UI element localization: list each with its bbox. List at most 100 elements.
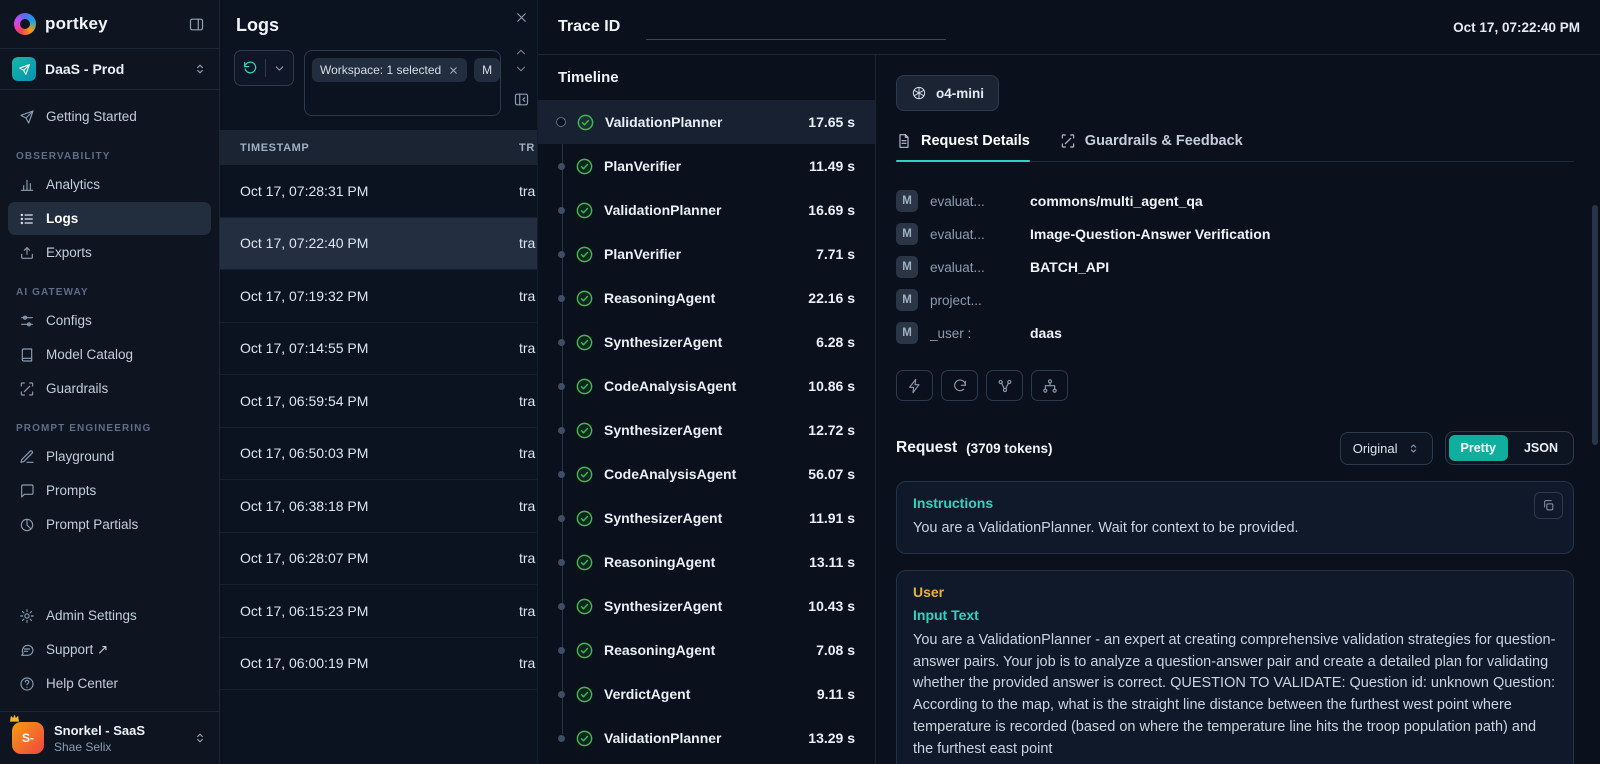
log-row-oct-17-07-19-32-pm[interactable]: Oct 17, 07:19:32 PM tra: [220, 270, 537, 323]
check-circle-icon: [575, 245, 594, 264]
timeline-item-reasoningagent[interactable]: ReasoningAgent 13.11 s: [538, 540, 875, 584]
view-select[interactable]: Original: [1339, 431, 1433, 465]
sidebar-item-help-center[interactable]: Help Center: [8, 667, 211, 700]
action-button-zap[interactable]: [896, 370, 933, 401]
logs-table: TIMESTAMP TR Oct 17, 07:28:31 PM tra Oct…: [220, 130, 537, 764]
timeline-item-synthesizeragent[interactable]: SynthesizerAgent 6.28 s: [538, 320, 875, 364]
pretty-button[interactable]: Pretty: [1448, 435, 1508, 461]
timeline-item-codeanalysisagent[interactable]: CodeAnalysisAgent 56.07 s: [538, 452, 875, 496]
action-button-nodes[interactable]: [986, 370, 1023, 401]
timeline-item-reasoningagent[interactable]: ReasoningAgent 7.08 s: [538, 628, 875, 672]
timeline-node: [558, 382, 565, 390]
workspace-filter-chip[interactable]: Workspace: 1 selected: [312, 58, 468, 82]
log-row-oct-17-06-15-23-pm[interactable]: Oct 17, 06:15:23 PM tra: [220, 585, 537, 638]
column-header-trace[interactable]: TR: [507, 142, 537, 154]
scrollbar-thumb[interactable]: [1592, 205, 1598, 445]
timeline-node: [558, 734, 565, 742]
timeline-item-synthesizeragent[interactable]: SynthesizerAgent 10.43 s: [538, 584, 875, 628]
timeline-item-validationplanner[interactable]: ValidationPlanner 17.65 s: [538, 100, 875, 144]
copy-button[interactable]: [1534, 492, 1563, 519]
chevron-up-icon[interactable]: [514, 45, 528, 59]
help-icon: [18, 676, 35, 692]
sidebar-item-configs[interactable]: Configs: [8, 304, 211, 337]
span-duration: 10.43 s: [808, 598, 855, 614]
log-row-oct-17-06-28-07-pm[interactable]: Oct 17, 06:28:07 PM tra: [220, 533, 537, 585]
sidebar-item-playground[interactable]: Playground: [8, 440, 211, 473]
user-org: Snorkel - SaaS: [54, 722, 146, 738]
log-row-oct-17-06-59-54-pm[interactable]: Oct 17, 06:59:54 PM tra: [220, 375, 537, 428]
log-row-oct-17-07-14-55-pm[interactable]: Oct 17, 07:14:55 PM tra: [220, 323, 537, 375]
sidebar-item-admin-settings[interactable]: Admin Settings: [8, 599, 211, 632]
sidebar-item-prompts[interactable]: Prompts: [8, 474, 211, 507]
sidebar-item-label: Configs: [46, 313, 92, 328]
sidebar-item-prompt-partials[interactable]: Prompt Partials: [8, 508, 211, 541]
timeline-item-validationplanner[interactable]: ValidationPlanner 13.29 s: [538, 716, 875, 760]
sidebar-item-guardrails[interactable]: Guardrails: [8, 372, 211, 405]
log-trace-id: tra: [519, 182, 536, 199]
span-name: SynthesizerAgent: [604, 422, 723, 438]
span-name: PlanVerifier: [604, 246, 682, 262]
timeline-item-synthesizeragent[interactable]: SynthesizerAgent 11.91 s: [538, 496, 875, 540]
sidebar-item-analytics[interactable]: Analytics: [8, 168, 211, 201]
tab-request-details[interactable]: Request Details: [896, 133, 1030, 162]
log-row-oct-17-06-00-19-pm[interactable]: Oct 17, 06:00:19 PM tra: [220, 638, 537, 690]
close-icon[interactable]: [448, 65, 459, 76]
log-row-oct-17-07-22-40-pm[interactable]: Oct 17, 07:22:40 PM tra: [220, 217, 537, 270]
filter-chip-label: Workspace: 1 selected: [320, 63, 442, 77]
model-chip[interactable]: o4-mini: [896, 75, 1000, 111]
span-duration: 10.86 s: [808, 378, 855, 394]
sidebar-item-exports[interactable]: Exports: [8, 236, 211, 269]
panel-collapse-left-icon[interactable]: [513, 91, 530, 108]
column-header-timestamp[interactable]: TIMESTAMP: [240, 142, 507, 154]
action-button-tree[interactable]: [1031, 370, 1068, 401]
sidebar-item-label: Support ↗: [46, 641, 109, 657]
log-row-oct-17-06-50-03-pm[interactable]: Oct 17, 06:50:03 PM tra: [220, 428, 537, 480]
check-circle-icon: [575, 377, 594, 396]
action-button-retry[interactable]: [941, 370, 978, 401]
sidebar-item-getting-started[interactable]: Getting Started: [8, 100, 211, 133]
check-circle-icon: [575, 289, 594, 308]
chevron-down-icon[interactable]: [514, 62, 528, 76]
timeline-item-codeanalysisagent[interactable]: CodeAnalysisAgent 10.86 s: [538, 364, 875, 408]
sidebar-collapse-icon[interactable]: [188, 16, 205, 33]
check-circle-icon: [575, 201, 594, 220]
close-icon[interactable]: [514, 10, 529, 25]
timeline-item-synthesizeragent[interactable]: SynthesizerAgent 12.72 s: [538, 408, 875, 452]
sidebar-item-model-catalog[interactable]: Model Catalog: [8, 338, 211, 371]
timeline-item-planverifier[interactable]: PlanVerifier 7.71 s: [538, 232, 875, 276]
trace-header: Trace ID Oct 17, 07:22:40 PM: [538, 0, 1600, 55]
log-row-oct-17-06-38-18-pm[interactable]: Oct 17, 06:38:18 PM tra: [220, 480, 537, 533]
log-timestamp: Oct 17, 06:15:23 PM: [240, 602, 369, 619]
timeline-panel: Timeline ValidationPlanner 17.65 s PlanV…: [538, 55, 876, 764]
user-name: Shae Selix: [54, 739, 112, 754]
analytics-icon: [18, 177, 35, 193]
json-button[interactable]: JSON: [1512, 435, 1570, 461]
timeline-node: [558, 294, 565, 302]
trace-id-input[interactable]: [646, 14, 947, 40]
refresh-button[interactable]: [234, 50, 294, 86]
check-circle-icon: [575, 465, 594, 484]
sidebar-item-label: Model Catalog: [46, 347, 134, 362]
tab-guardrails-feedback[interactable]: Guardrails & Feedback: [1060, 133, 1243, 161]
workspace-selector[interactable]: DaaS - Prod: [12, 57, 207, 81]
span-duration: 22.16 s: [808, 290, 855, 306]
timeline-item-verdictagent[interactable]: VerdictAgent 9.11 s: [538, 672, 875, 716]
log-trace-id: tra: [519, 445, 536, 462]
filter-chip-label: M: [482, 63, 493, 77]
log-row-oct-17-07-28-31-pm[interactable]: Oct 17, 07:28:31 PM tra: [220, 165, 537, 218]
log-timestamp: Oct 17, 07:14:55 PM: [240, 340, 369, 357]
filter-box[interactable]: Workspace: 1 selected M: [304, 50, 501, 116]
span-name: CodeAnalysisAgent: [604, 466, 737, 482]
timeline-item-reasoningagent[interactable]: ReasoningAgent 22.16 s: [538, 276, 875, 320]
user-menu[interactable]: S- Snorkel - SaaS Shae Selix: [0, 711, 219, 764]
trace-panel-controls: [508, 0, 534, 108]
tab-label: Guardrails & Feedback: [1084, 133, 1243, 149]
filter-chip-clipped[interactable]: M: [474, 58, 500, 82]
sidebar-item-label: Admin Settings: [46, 608, 137, 623]
chevron-down-icon[interactable]: [273, 62, 286, 75]
timeline-item-planverifier[interactable]: PlanVerifier 11.49 s: [538, 144, 875, 188]
span-duration: 6.28 s: [816, 334, 855, 350]
sidebar-item-logs[interactable]: Logs: [8, 202, 211, 235]
timeline-item-validationplanner[interactable]: ValidationPlanner 16.69 s: [538, 188, 875, 232]
sidebar-item-support[interactable]: Support ↗: [8, 633, 211, 666]
